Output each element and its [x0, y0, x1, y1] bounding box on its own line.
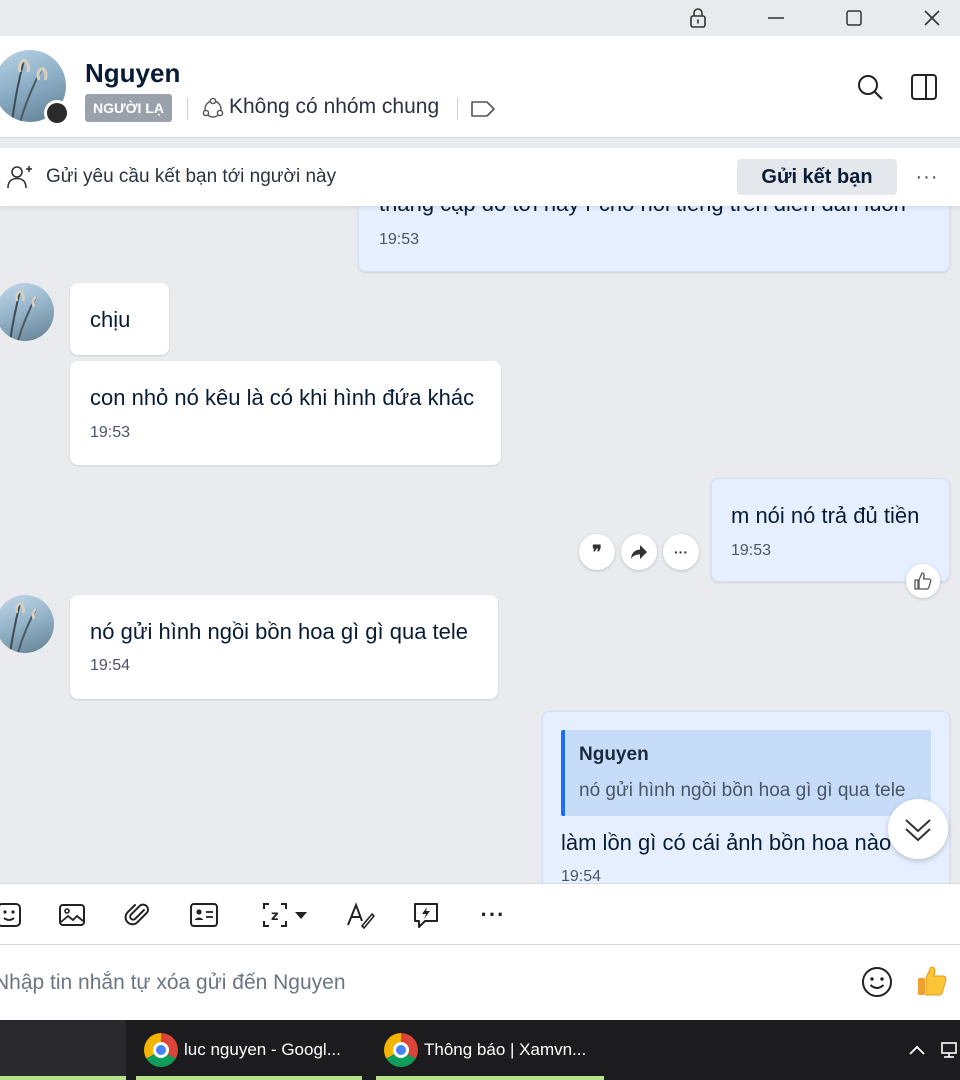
- close-button[interactable]: [902, 0, 960, 36]
- contact-name[interactable]: Nguyen: [85, 58, 180, 89]
- caret-down-icon: [295, 912, 307, 919]
- quoted-text: nó gửi hình ngồi bồn hoa gì gì qua tele: [579, 780, 906, 801]
- search-icon[interactable]: [853, 70, 887, 104]
- window-titlebar: [0, 0, 960, 36]
- quote-reply-button[interactable]: ❞: [579, 534, 615, 570]
- chrome-icon: [144, 1033, 178, 1067]
- friend-request-text: Gửi yêu cầu kết bạn tới người này: [46, 166, 337, 187]
- minimize-icon: [768, 17, 784, 19]
- composer-toolbar: z ···: [0, 883, 960, 945]
- quote-icon: ❞: [592, 541, 602, 563]
- text-format-icon[interactable]: [343, 898, 377, 932]
- svg-text:z: z: [271, 909, 279, 924]
- toolbar-more-button[interactable]: ···: [476, 898, 510, 932]
- close-icon: [924, 10, 940, 26]
- chrome-icon: [384, 1033, 418, 1067]
- quoted-message[interactable]: Nguyen nó gửi hình ngồi bồn hoa gì gì qu…: [561, 730, 931, 816]
- sidebar-toggle-icon[interactable]: [907, 70, 941, 104]
- taskbar-item-label: luc nguyen - Googl...: [184, 1040, 341, 1059]
- minimize-button[interactable]: [746, 0, 806, 36]
- lock-icon[interactable]: [668, 0, 728, 36]
- common-groups-text[interactable]: Không có nhóm chung: [229, 95, 439, 119]
- sender-avatar[interactable]: [0, 595, 54, 653]
- taskbar-item-label: Thông báo | Xamvn...: [424, 1040, 587, 1059]
- composer: [0, 945, 960, 1020]
- message-text: con nhỏ nó kêu là có khi hình đứa khác: [90, 385, 475, 410]
- friend-request-bar: Gửi yêu cầu kết bạn tới người này Gửi kế…: [0, 148, 960, 206]
- divider: [187, 98, 188, 120]
- thumbs-up-emoji-icon: [918, 966, 947, 996]
- react-like-button[interactable]: [906, 564, 940, 598]
- quick-message-icon[interactable]: [409, 898, 443, 932]
- maximize-icon: [846, 10, 862, 26]
- active-indicator: [0, 1076, 126, 1080]
- message-text: nó gửi hình ngồi bồn hoa gì gì qua tele: [90, 619, 469, 644]
- scroll-to-bottom-button[interactable]: [888, 799, 948, 859]
- message-time: 19:53: [379, 231, 420, 248]
- message-list[interactable]: thằng cặp đó tới nay r cho nổi tiếng trê…: [0, 138, 960, 883]
- message-text: m nói nó trả đủ tiền: [731, 503, 920, 528]
- sender-avatar[interactable]: [0, 283, 54, 341]
- contact-card-icon[interactable]: [187, 898, 221, 932]
- message-outgoing-reply[interactable]: Nguyen nó gửi hình ngồi bồn hoa gì gì qu…: [542, 711, 950, 883]
- message-incoming[interactable]: con nhỏ nó kêu là có khi hình đứa khác 1…: [70, 361, 501, 465]
- message-time: 19:53: [731, 542, 772, 559]
- message-time: 19:54: [90, 657, 131, 674]
- taskbar-item-chrome-2[interactable]: Thông báo | Xamvn...: [376, 1020, 604, 1080]
- taskbar-blank: [0, 1020, 126, 1080]
- quoted-sender: Nguyen: [579, 744, 649, 765]
- message-time: 19:54: [561, 868, 602, 883]
- os-taskbar: luc nguyen - Googl... Thông báo | Xamvn.…: [0, 1020, 960, 1080]
- screenshot-icon: z: [263, 903, 287, 927]
- image-icon[interactable]: [55, 898, 89, 932]
- forward-button[interactable]: [621, 534, 657, 570]
- send-like-button[interactable]: [914, 963, 950, 999]
- sticker-icon[interactable]: [0, 898, 26, 932]
- forward-icon: [631, 545, 647, 559]
- tag-icon[interactable]: [470, 99, 496, 124]
- message-incoming[interactable]: nó gửi hình ngồi bồn hoa gì gì qua tele …: [70, 595, 498, 699]
- thumbs-up-icon: [914, 572, 932, 590]
- message-incoming[interactable]: chịu: [70, 283, 169, 355]
- screenshot-dropdown[interactable]: z: [254, 898, 316, 932]
- network-icon[interactable]: [938, 1020, 960, 1080]
- attachment-icon[interactable]: [121, 898, 155, 932]
- conversation-header: Nguyen NGƯỜI LẠ Không có nhóm chung: [0, 36, 960, 138]
- show-hidden-icons-button[interactable]: [904, 1020, 930, 1080]
- add-friend-icon: [6, 164, 34, 195]
- message-text: chịu: [90, 307, 131, 332]
- message-more-button[interactable]: ···: [663, 534, 699, 570]
- stranger-badge: NGƯỜI LẠ: [85, 94, 172, 122]
- emoji-icon[interactable]: [860, 965, 894, 999]
- active-indicator: [136, 1076, 362, 1080]
- send-friend-request-button[interactable]: Gửi kết bạn: [737, 159, 897, 195]
- message-text: làm lồn gì có cái ảnh bồn hoa nào: [561, 830, 892, 855]
- friend-bar-more-button[interactable]: ···: [910, 160, 944, 194]
- chevron-up-icon: [909, 1045, 925, 1055]
- taskbar-item-chrome-1[interactable]: luc nguyen - Googl...: [136, 1020, 362, 1080]
- status-indicator: [44, 100, 70, 126]
- groups-icon: [201, 97, 225, 126]
- maximize-button[interactable]: [824, 0, 884, 36]
- message-time: 19:53: [90, 424, 131, 441]
- more-icon: ···: [674, 544, 688, 560]
- divider: [457, 98, 458, 120]
- message-input[interactable]: [0, 967, 834, 999]
- double-chevron-down-icon: [905, 819, 931, 842]
- active-indicator: [376, 1076, 604, 1080]
